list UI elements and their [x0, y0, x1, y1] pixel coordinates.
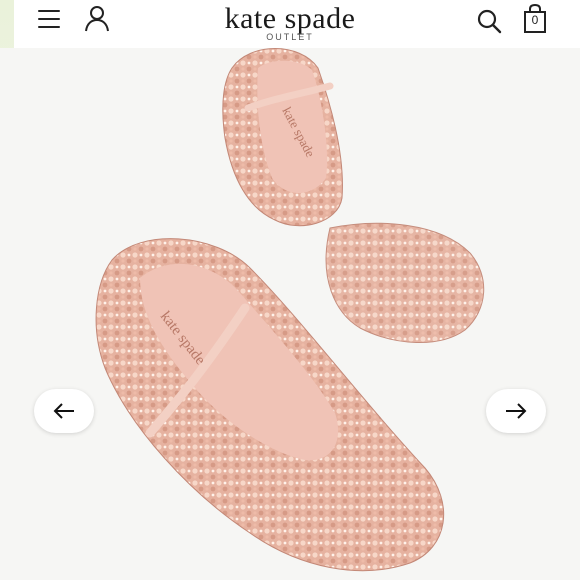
search-icon[interactable]: [476, 8, 502, 34]
back-shoe: kate spade: [222, 48, 343, 227]
next-image-button[interactable]: [486, 389, 546, 433]
product-image: kate spade kate spade: [95, 48, 485, 572]
shopping-bag-icon[interactable]: 0: [522, 3, 548, 34]
site-header: kate spade OUTLET 0: [0, 0, 580, 580]
side-shoe: [325, 222, 485, 344]
product-image-carousel[interactable]: kate spade kate spade: [0, 48, 580, 580]
arrow-left-icon: [53, 403, 74, 419]
previous-image-button[interactable]: [34, 389, 94, 433]
arrow-right-icon: [506, 403, 527, 419]
bag-count: 0: [531, 13, 539, 27]
